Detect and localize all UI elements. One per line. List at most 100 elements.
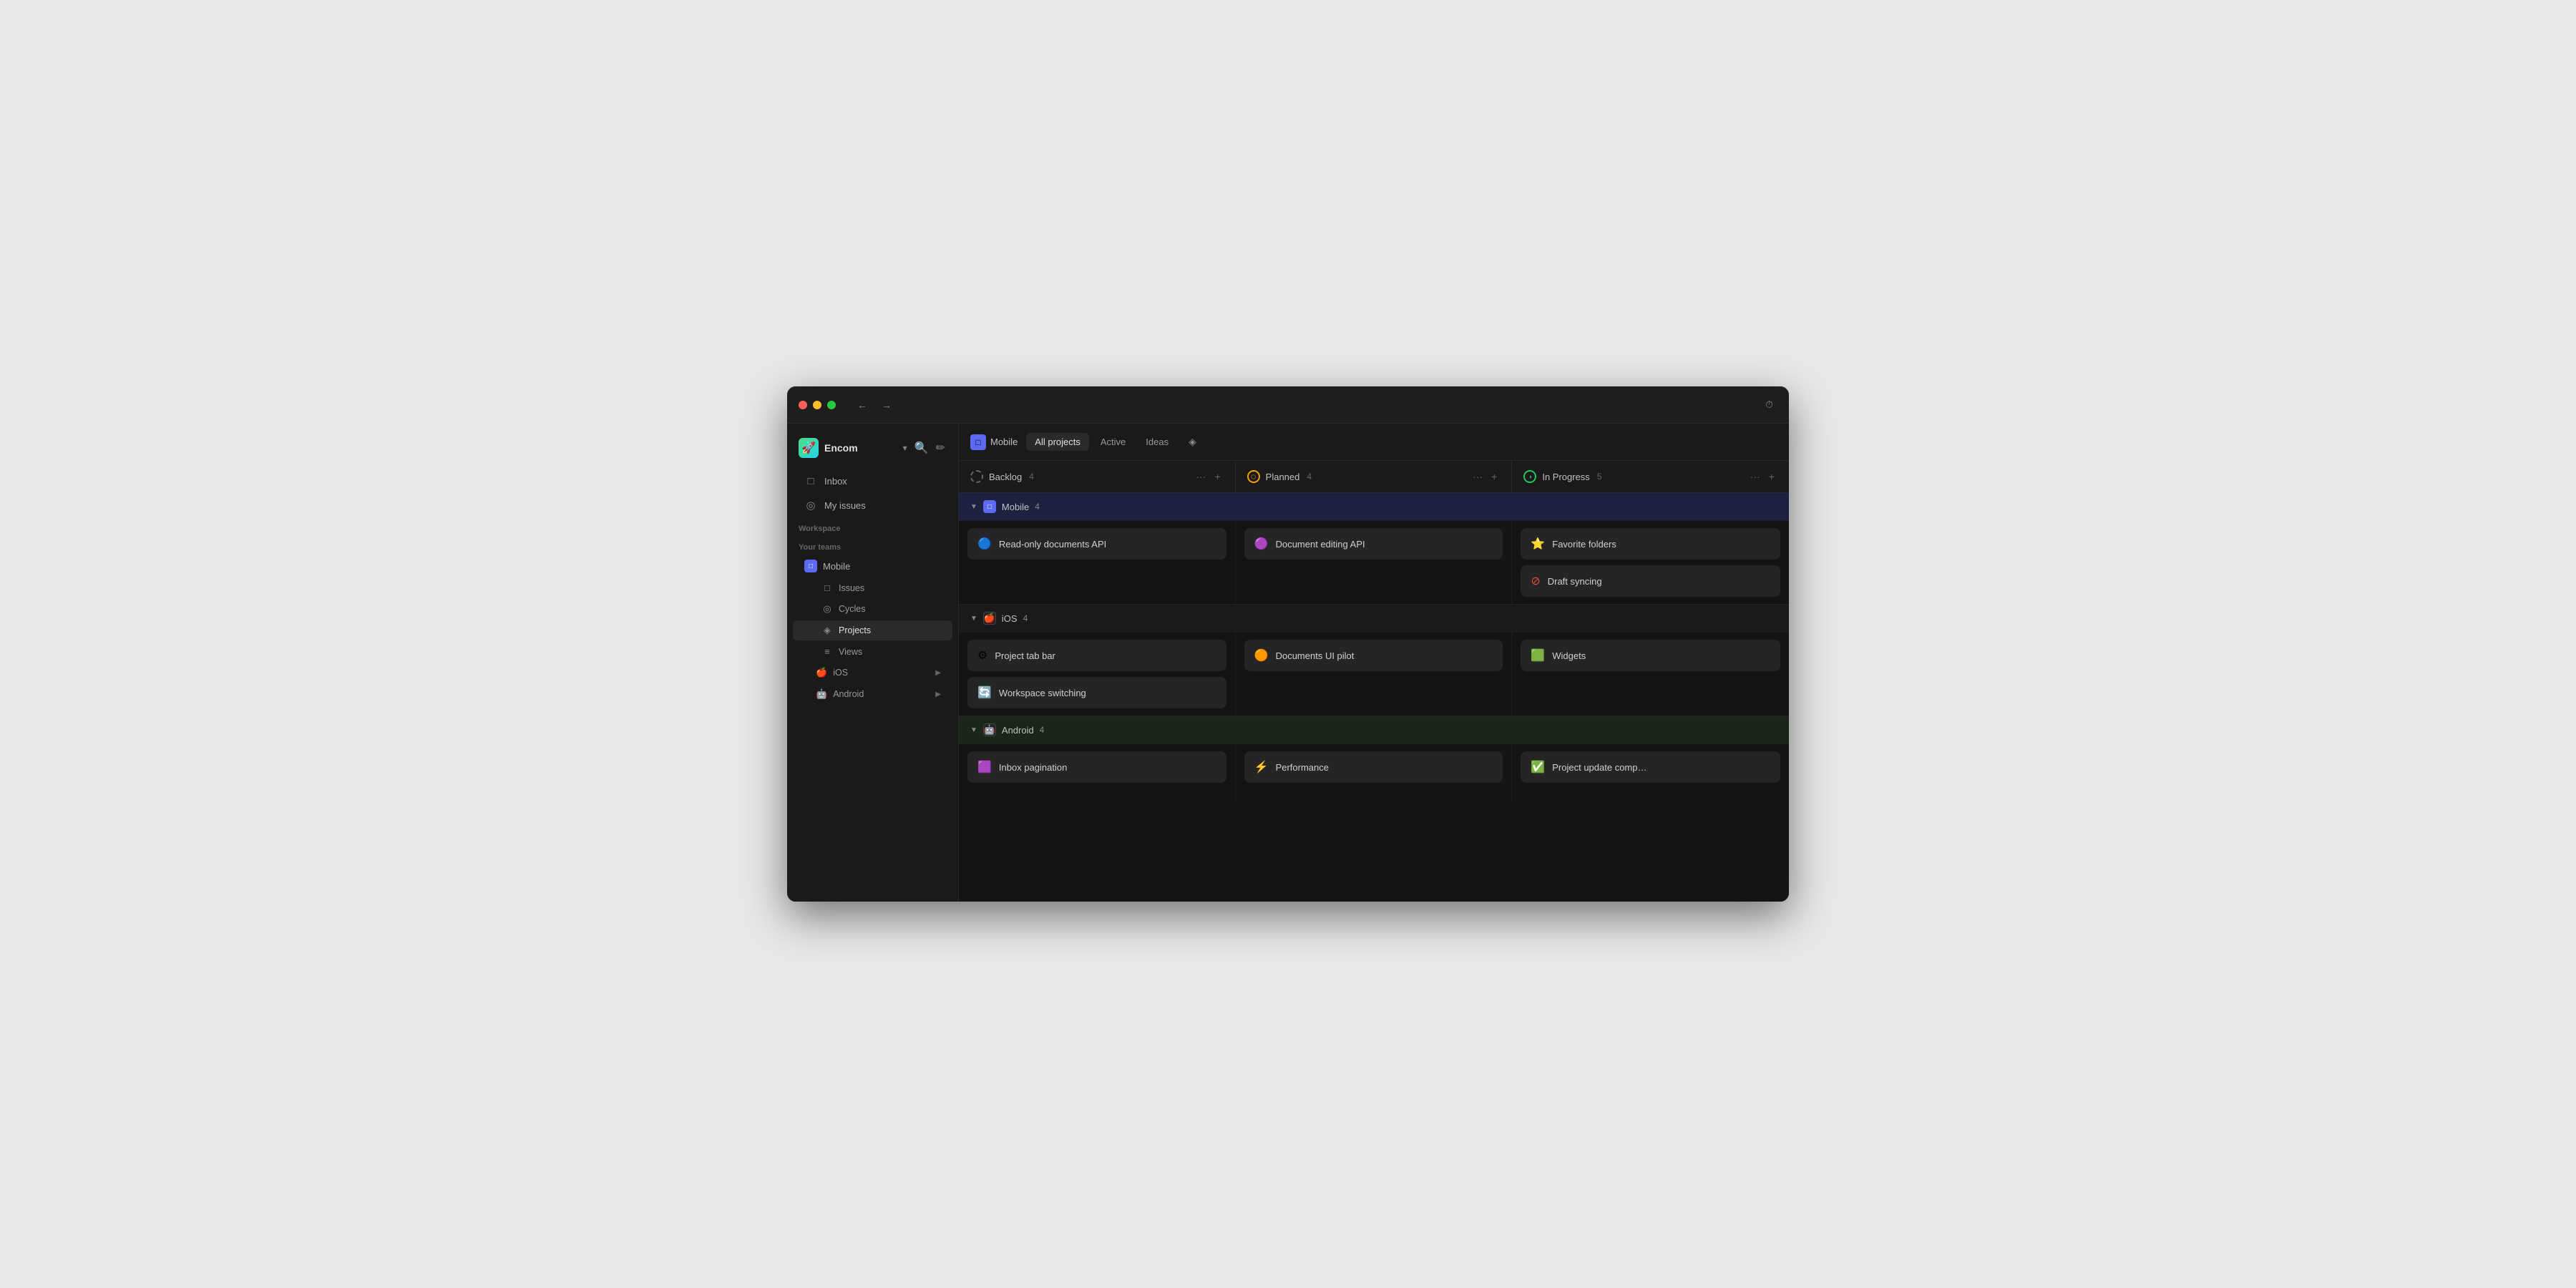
column-header-planned: ⬡ Planned 4 ··· + [1236,461,1513,492]
card-workspace-switching[interactable]: 🔄 Workspace switching [967,677,1226,708]
column-header-backlog: Backlog 4 ··· + [959,461,1236,492]
issues-icon: □ [821,582,833,593]
search-button[interactable]: 🔍 [913,439,930,457]
workspace-switching-icon: 🔄 [977,686,992,700]
android-inprogress-col: ✅ Project update comp… [1512,744,1789,801]
android-group-chevron: ▼ [970,726,977,734]
ios-inprogress-col: 🟩 Widgets [1512,633,1789,716]
workspace-header[interactable]: 🚀 Encom ▾ 🔍 ✏ [787,432,958,464]
sidebar-child-android[interactable]: 🤖 Android ▶ [793,684,952,704]
tab-ideas[interactable]: Ideas [1137,433,1177,451]
sidebar-sub-cycles[interactable]: ◎ Cycles [793,599,952,619]
ios-group-header[interactable]: ▼ 🍎 iOS 4 [959,605,1789,632]
mobile-backlog-col: 🔵 Read-only documents API [959,521,1236,604]
sidebar-item-my-issues[interactable]: ◎ My issues [793,494,952,517]
history-button[interactable]: ⏱ [1761,396,1777,414]
views-icon: ≡ [821,646,833,657]
backlog-more-button[interactable]: ··· [1193,469,1209,484]
read-only-api-icon: 🔵 [977,537,992,551]
card-docs-ui-pilot[interactable]: 🟠 Documents UI pilot [1244,640,1503,671]
mobile-group-row: ▼ □ Mobile 4 [959,493,1789,521]
inprogress-status-icon: ◑ [1523,470,1536,483]
mobile-group-chevron: ▼ [970,503,977,511]
sidebar-child-ios[interactable]: 🍎 iOS ▶ [793,663,952,683]
workspace-switching-title: Workspace switching [999,688,1086,698]
main-header: □ Mobile All projects Active Ideas ◈ [959,424,1789,461]
mobile-group-icon: □ [983,500,996,513]
maximize-button[interactable] [827,401,836,409]
android-group-count: 4 [1040,725,1045,735]
column-header-inprogress: ◑ In Progress 5 ··· + [1512,461,1789,492]
card-favorite-folders[interactable]: ⭐ Favorite folders [1521,528,1780,560]
inbox-icon: □ [804,475,817,487]
project-update-title: Project update comp… [1552,762,1646,773]
workspace-logo: 🚀 [799,438,819,458]
backlog-add-button[interactable]: + [1211,469,1223,484]
android-group-header[interactable]: ▼ 🤖 Android 4 [959,716,1789,743]
doc-editing-api-icon: 🟣 [1254,537,1269,551]
sidebar-sub-projects[interactable]: ◈ Projects [793,620,952,640]
backlog-count: 4 [1029,472,1034,482]
card-draft-syncing[interactable]: ⊘ Draft syncing [1521,565,1780,597]
android-backlog-col: 🟪 Inbox pagination [959,744,1236,801]
forward-button[interactable]: → [877,396,896,414]
android-group-label: Android [1002,725,1034,736]
android-group-icon: 🤖 [983,723,996,736]
mobile-team-label: Mobile [823,561,850,572]
planned-status-icon: ⬡ [1247,470,1260,483]
your-teams-section-label: Your teams [787,536,958,555]
ios-backlog-col: ⚙ Project tab bar 🔄 Workspace switching [959,633,1236,716]
app-body: 🚀 Encom ▾ 🔍 ✏ □ Inbox ◎ My issues Worksp… [787,424,1789,902]
docs-ui-pilot-title: Documents UI pilot [1276,650,1355,661]
ios-group-chevron: ▼ [970,615,977,623]
ios-group-icon: 🍎 [983,612,996,625]
inbox-label: Inbox [824,476,847,487]
performance-title: Performance [1276,762,1329,773]
mobile-group-label: Mobile [1002,502,1029,512]
sidebar: 🚀 Encom ▾ 🔍 ✏ □ Inbox ◎ My issues Worksp… [787,424,959,902]
close-button[interactable] [799,401,807,409]
tab-active[interactable]: Active [1092,433,1134,451]
mobile-cards-row: 🔵 Read-only documents API 🟣 Document edi… [959,521,1789,605]
card-inbox-pagination[interactable]: 🟪 Inbox pagination [967,751,1226,783]
sidebar-sub-views[interactable]: ≡ Views [793,642,952,661]
inprogress-count: 5 [1597,472,1602,482]
ios-group-header-row: ▼ 🍎 iOS 4 [959,605,1789,633]
ios-group-count: 4 [1023,613,1028,623]
planned-more-button[interactable]: ··· [1470,469,1485,484]
doc-editing-api-title: Document editing API [1276,539,1365,550]
back-button[interactable]: ← [853,396,872,414]
card-read-only-api[interactable]: 🔵 Read-only documents API [967,528,1226,560]
ios-team-icon: 🍎 [816,667,827,678]
group-android: ▼ 🤖 Android 4 🟪 Inbox pagi [959,716,1789,801]
app-window: ← → ⏱ 🚀 Encom ▾ 🔍 ✏ □ Inbox [787,386,1789,902]
card-project-tab-bar[interactable]: ⚙ Project tab bar [967,640,1226,671]
minimize-button[interactable] [813,401,821,409]
views-label: Views [839,647,862,657]
project-update-icon: ✅ [1531,760,1545,774]
compose-button[interactable]: ✏ [935,439,947,457]
cycles-icon: ◎ [821,603,833,615]
layer-filter-button[interactable]: ◈ [1183,432,1202,452]
card-performance[interactable]: ⚡ Performance [1244,751,1503,783]
card-project-update[interactable]: ✅ Project update comp… [1521,751,1780,783]
card-widgets[interactable]: 🟩 Widgets [1521,640,1780,671]
favorite-folders-title: Favorite folders [1552,539,1616,550]
inprogress-more-button[interactable]: ··· [1747,469,1763,484]
android-team-icon: 🤖 [816,688,827,700]
inprogress-add-button[interactable]: + [1766,469,1777,484]
ios-group-label: iOS [1002,613,1018,624]
projects-label: Projects [839,625,871,635]
favorite-folders-icon: ⭐ [1531,537,1545,551]
titlebar: ← → ⏱ [787,386,1789,424]
planned-add-button[interactable]: + [1488,469,1500,484]
sidebar-team-mobile[interactable]: □ Mobile [793,555,952,577]
widgets-icon: 🟩 [1531,648,1545,663]
card-doc-editing-api[interactable]: 🟣 Document editing API [1244,528,1503,560]
tab-all-projects[interactable]: All projects [1026,433,1089,451]
sidebar-sub-issues[interactable]: □ Issues [793,578,952,597]
project-tab-bar-icon: ⚙ [977,648,987,663]
sidebar-item-inbox[interactable]: □ Inbox [793,470,952,492]
project-header-label: Mobile [990,436,1018,447]
mobile-group-header[interactable]: ▼ □ Mobile 4 [959,493,1789,520]
